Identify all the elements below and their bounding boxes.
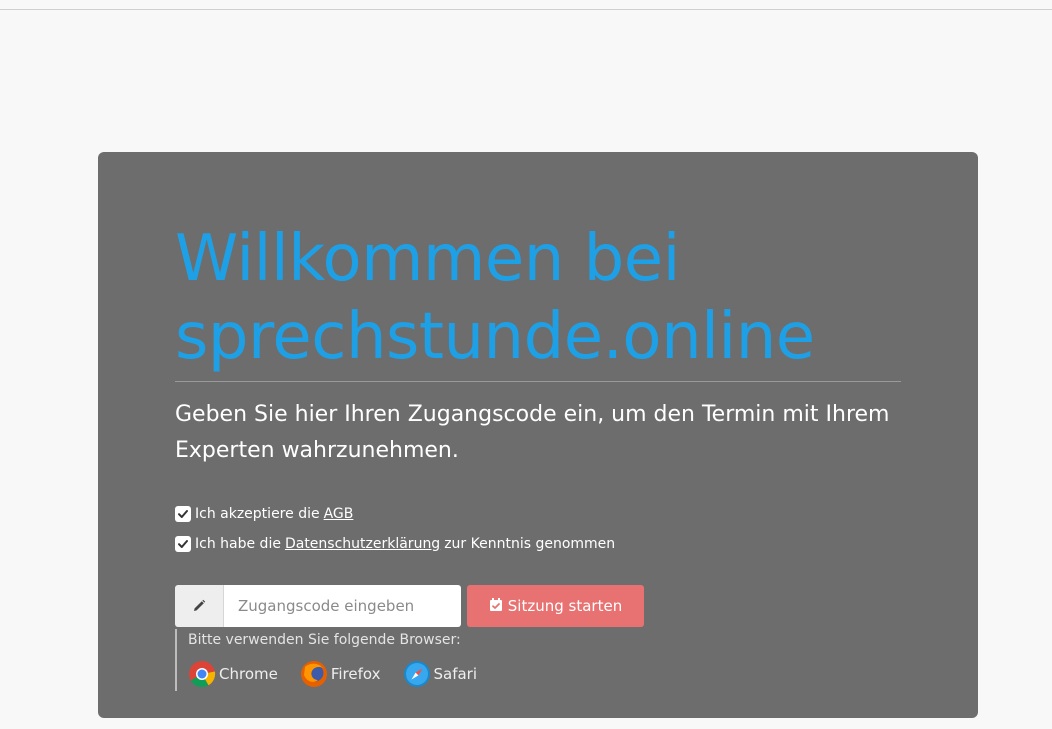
privacy-checkbox[interactable] [175,536,191,552]
browser-label: Firefox [330,665,381,683]
browser-label: Safari [433,665,478,683]
checkmark-icon [178,510,188,518]
privacy-consent-label: Ich habe die [195,536,281,552]
browser-firefox: Firefox [300,660,381,688]
start-session-button[interactable]: Sitzung starten [467,585,644,627]
browser-list: Chrome Firefox Safari [188,660,477,688]
calendar-check-icon [489,597,503,616]
firefox-icon [300,661,327,687]
top-border [0,9,1052,10]
pencil-icon [175,585,224,627]
privacy-policy-link[interactable]: Datenschutzerklärung [285,536,440,552]
chrome-icon [189,661,216,688]
browser-hint: Bitte verwenden Sie folgende Browser: [188,632,461,648]
welcome-title-line1: Willkommen bei [175,222,680,296]
browser-label: Chrome [219,665,278,683]
browser-chrome: Chrome [188,660,278,688]
agb-link[interactable]: AGB [324,506,354,522]
agb-consent-label: Ich akzeptiere die [195,506,320,522]
checkmark-icon [178,540,188,548]
agb-checkbox[interactable] [175,506,191,522]
browser-recommendation: Bitte verwenden Sie folgende Browser: Ch… [175,629,477,691]
intro-text: Geben Sie hier Ihren Zugangscode ein, um… [175,402,890,463]
access-code-input[interactable] [224,585,461,627]
start-session-label: Sitzung starten [507,597,623,615]
safari-icon [403,661,430,687]
privacy-consent-suffix: zur Kenntnis genommen [444,536,616,552]
title-divider [175,381,901,382]
access-code-group [175,585,461,627]
welcome-title: Willkommen bei sprechstunde.online [175,220,935,376]
welcome-card: Willkommen bei sprechstunde.online Geben… [98,152,978,718]
privacy-consent-row: Ich habe die Datenschutzerklärung zur Ke… [175,536,615,552]
agb-consent-row: Ich akzeptiere die AGB [175,506,357,522]
welcome-title-line2: sprechstunde.online [175,300,815,374]
browser-safari: Safari [403,660,478,688]
